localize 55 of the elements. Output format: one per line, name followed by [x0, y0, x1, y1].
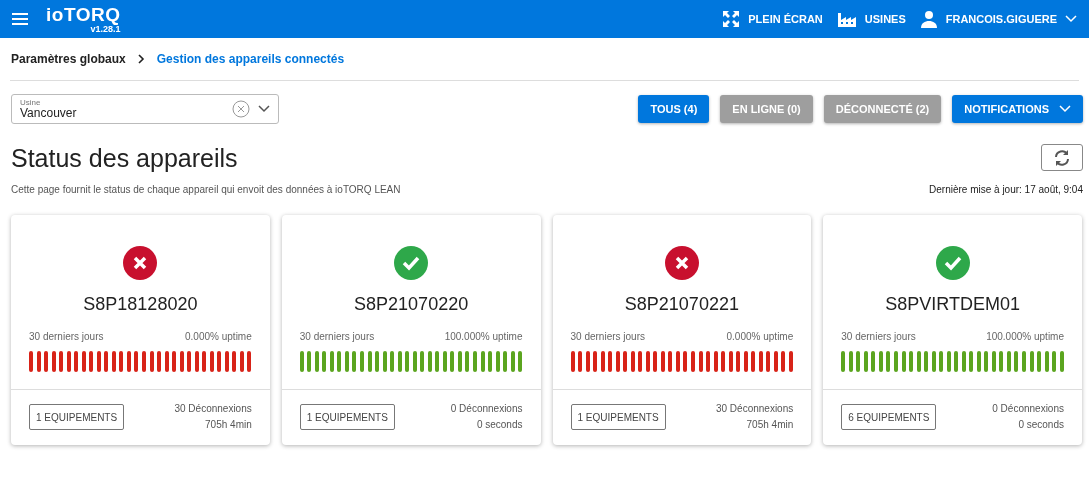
- device-name: S8P21070221: [624, 294, 739, 315]
- uptime-label: 100.000% uptime: [444, 331, 523, 342]
- downtime-text: 705h 4min: [746, 418, 794, 432]
- breadcrumb-link[interactable]: Paramètres globaux: [11, 52, 126, 66]
- period-label: 30 derniers jours: [29, 331, 104, 342]
- equipment-button[interactable]: 6 EQUIPEMENTS: [841, 404, 937, 430]
- device-name: S8P21070220: [354, 294, 469, 315]
- menu-icon[interactable]: [12, 13, 28, 25]
- downtime-text: 0 seconds: [1018, 418, 1064, 432]
- equipment-button[interactable]: 1 EQUIPEMENTS: [299, 404, 395, 430]
- filter-button[interactable]: TOUS (4): [638, 95, 710, 123]
- disconnections-text: 30 Déconnexions: [715, 402, 794, 416]
- field-label: Usine: [20, 99, 42, 107]
- page-title: Status des appareils: [11, 144, 239, 173]
- downtime-text: 0 seconds: [476, 418, 523, 432]
- period-label: 30 derniers jours: [570, 331, 645, 342]
- uptime-label: 100.000% uptime: [986, 331, 1064, 342]
- expand-icon: [722, 10, 741, 28]
- caret-icon: [1065, 15, 1077, 23]
- uptime-label: 0.000% uptime: [185, 331, 252, 342]
- period-label: 30 derniers jours: [299, 331, 375, 342]
- period-label: 30 derniers jours: [841, 331, 916, 342]
- disconnections-text: 0 Déconnexions: [992, 402, 1064, 416]
- device-name: S8P18128020: [83, 294, 198, 315]
- appbar-action[interactable]: PLEIN ÉCRAN: [722, 10, 823, 28]
- page-subtitle: Cette page fournit le status de chaque appareil qui envoit des données à ioTORQ LEAN: [11, 184, 402, 195]
- refresh-button[interactable]: [1041, 144, 1083, 171]
- action-label: PLEIN ÉCRAN: [748, 13, 823, 25]
- chevron-icon: [137, 54, 145, 64]
- last-update-text: Dernière mise à jour: 17 août, 9:04: [929, 184, 1083, 195]
- downtime-text: 705h 4min: [205, 418, 252, 432]
- equipment-button[interactable]: 1 EQUIPEMENTS: [570, 404, 666, 430]
- disconnections-text: 30 Déconnexions: [174, 402, 252, 416]
- user-menu[interactable]: FRANCOIS.GIGUERE: [919, 10, 1077, 28]
- caret-icon: [258, 105, 270, 113]
- appbar-action[interactable]: USINES: [836, 10, 906, 28]
- disconnections-text: 0 Déconnexions: [450, 402, 523, 416]
- equipment-button[interactable]: 1 EQUIPEMENTS: [29, 404, 125, 430]
- action-label: USINES: [864, 13, 906, 25]
- refresh-icon: [1053, 148, 1071, 167]
- factory-icon: [836, 10, 857, 28]
- breadcrumb-link[interactable]: Gestion des appareils connectés: [156, 52, 345, 66]
- clear-icon[interactable]: [232, 100, 250, 118]
- caret-icon: [1059, 105, 1071, 113]
- user-icon: [919, 10, 938, 28]
- device-name: S8PVIRTDEM01: [885, 294, 1020, 315]
- uptime-label: 0.000% uptime: [726, 331, 794, 342]
- logo: ioTORQ: [46, 4, 121, 24]
- version-label: v1.28.1: [90, 24, 121, 34]
- field-value: Vancouver: [20, 107, 78, 119]
- action-label: FRANCOIS.GIGUERE: [945, 13, 1057, 25]
- plant-select[interactable]: Usine Vancouver: [11, 94, 279, 124]
- filter-button[interactable]: DÉCONNECTÉ (2): [823, 95, 942, 123]
- notifications-button[interactable]: NOTIFICATIONS: [952, 95, 1083, 123]
- filter-button[interactable]: EN LIGNE (0): [720, 95, 813, 123]
